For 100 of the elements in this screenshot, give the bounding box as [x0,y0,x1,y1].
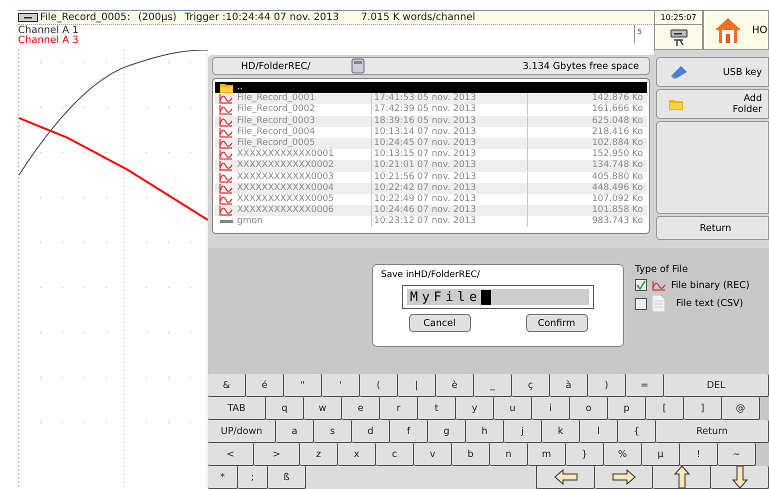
keyboard-key[interactable]: y [456,397,494,420]
keyboard-key[interactable]: v [414,443,452,466]
usb-key-button[interactable]: USB key [656,57,769,87]
keyboard-key[interactable]: ) [588,374,626,397]
waveform-icon [219,160,233,172]
file-name: File_Record_0005: [40,12,130,23]
keyboard-key[interactable]: ( [360,374,398,397]
keyboard-key[interactable]: Return [656,420,769,443]
keyboard-key[interactable]: g [428,420,466,443]
keyboard-key[interactable]: d [352,420,390,443]
usb-device-icon[interactable] [668,28,688,48]
keyboard-key[interactable]: j [504,420,542,443]
file-date: 10:21:01 07 nov. 2013 [371,160,527,172]
keyboard-key[interactable]: s [314,420,352,443]
keyboard-key[interactable]: = [626,374,664,397]
arrow-key[interactable] [595,466,653,489]
keyboard-key[interactable]: l [580,420,618,443]
file-name: XXXXXXXXXXXX0001 [237,149,335,160]
keyboard-key[interactable]: c [376,443,414,466]
waveform-icon [219,149,233,160]
checkbox[interactable] [635,298,647,310]
keyboard-key[interactable]: ! [680,443,718,466]
keyboard-key[interactable]: } [566,443,604,466]
keyboard-key[interactable]: " [284,374,322,397]
keyboard-key[interactable]: z [300,443,338,466]
dialog-button[interactable]: Cancel [408,314,470,332]
waveform-icon [219,205,233,216]
file-name: XXXXXXXXXXXX0002 [237,160,335,172]
keyboard-key[interactable]: TAB [208,397,266,420]
keyboard-key[interactable]: à [550,374,588,397]
words-text: 7.015 K words/channel [361,12,476,23]
keyboard-key[interactable]: [ [646,397,684,420]
keyboard-key[interactable]: r [380,397,418,420]
keyboard-key[interactable]: ] [684,397,722,420]
keyboard-key[interactable]: ~ [718,443,756,466]
keyboard-key[interactable]: a [276,420,314,443]
option-label: File text (CSV) [676,298,744,309]
waveform-icon [219,182,233,194]
file-size: 983.743 Ko [527,216,647,228]
keyboard-key[interactable]: µ [642,443,680,466]
keyboard-key[interactable]: o [570,397,608,420]
keyboard-key[interactable]: DEL [664,374,769,397]
keyboard-key[interactable]: | [398,374,436,397]
keyboard-key[interactable]: q [266,397,304,420]
keyboard-key[interactable]: p [608,397,646,420]
keyboard-key[interactable]: i [532,397,570,420]
keyboard-key[interactable]: x [338,443,376,466]
waveform-icon [219,172,233,183]
file-name: File_Record_0005 [237,138,316,149]
keyboard-key[interactable]: u [494,397,532,420]
keyboard-key[interactable]: ' [322,374,360,397]
keyboard-key[interactable]: h [466,420,504,443]
return-button[interactable]: Return [656,216,769,240]
free-space-text: 3.134 Gbytes free space [522,60,639,72]
keyboard-key[interactable]: UP/down [208,420,276,443]
home-button[interactable]: HO [703,10,769,50]
keyboard-key[interactable]: * [208,466,238,489]
keyboard-key[interactable]: & [208,374,246,397]
keyboard-key[interactable]: ç [512,374,550,397]
file-name: .. [237,82,244,93]
arrow-key[interactable] [537,466,595,489]
keyboard-key[interactable]: é [246,374,284,397]
keyboard-key[interactable]: b [452,443,490,466]
keyboard-key[interactable]: n [490,443,528,466]
text-cursor [480,290,491,304]
dialog-button[interactable]: Confirm [526,314,588,332]
keyboard-key[interactable]: è [436,374,474,397]
checkbox[interactable] [635,279,647,291]
keyboard-key[interactable]: _ [474,374,512,397]
waveform-icon [219,138,233,150]
arrow-key[interactable] [711,466,769,489]
keyboard-key[interactable]: { [618,420,656,443]
recorder-icon [18,13,38,22]
arrow-key[interactable] [653,466,711,489]
keyboard-key[interactable]: ; [238,466,268,489]
trigger-text: Trigger :10:24:44 07 nov. 2013 [184,12,340,23]
keyboard-key[interactable]: % [604,443,642,466]
add-folder-button[interactable]: Add Folder [656,89,769,119]
keyboard-key[interactable]: m [528,443,566,466]
file-name: File_Record_0002 [237,104,316,116]
keyboard-key[interactable]: @ [722,397,760,420]
keyboard-key[interactable]: e [342,397,380,420]
keyboard-key[interactable]: k [542,420,580,443]
waveform-icon [219,104,233,116]
keyboard-key[interactable]: f [390,420,428,443]
file-name-field[interactable]: MyFile [402,285,594,309]
file-name: File_Record_0001 [237,93,316,104]
keyboard-key[interactable]: t [418,397,456,420]
file-row[interactable]: .. [215,82,647,94]
file-date: 17:42:39 05 nov. 2013 [371,104,527,116]
keyboard-key[interactable]: w [304,397,342,420]
file-type-title: Type of File [635,264,689,275]
file-name: XXXXXXXXXXXX0006 [237,205,335,216]
keyboard-key[interactable]: > [254,443,300,466]
left-arrow-icon [554,469,578,485]
keyboard-key[interactable]: ß [268,466,306,489]
waveform-icon [219,126,233,138]
keyboard-key[interactable]: < [208,443,254,466]
file-name: XXXXXXXXXXXX0005 [237,194,335,205]
file-name: XXXXXXXXXXXX0004 [237,182,335,194]
